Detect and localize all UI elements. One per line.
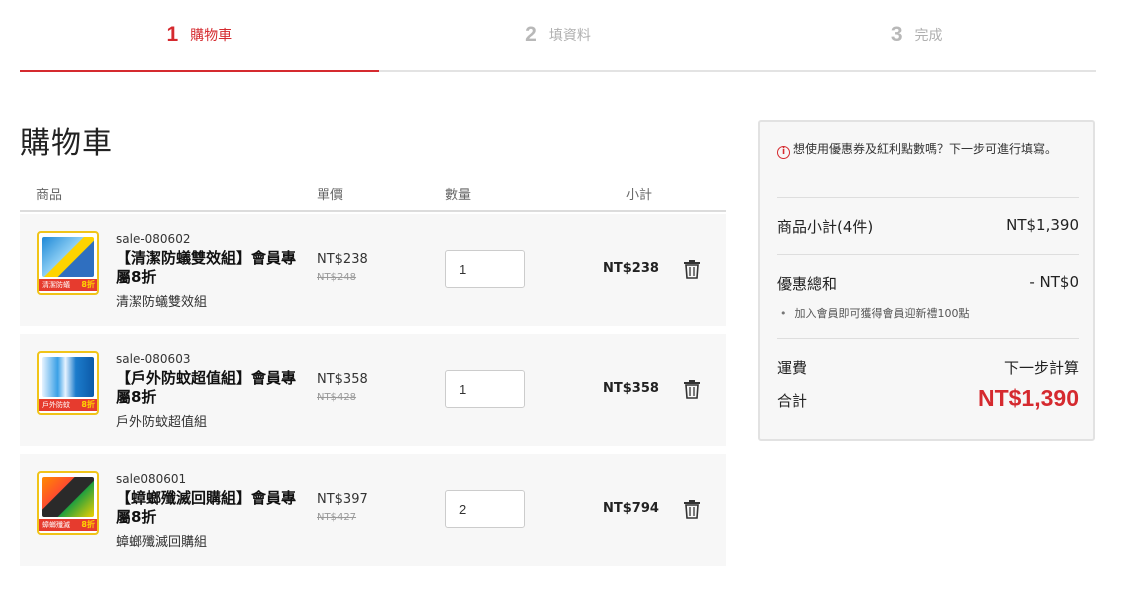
product-variant: 清潔防蟻雙效組 [116,295,208,310]
header-quantity: 數量 [445,188,472,203]
trash-icon[interactable] [683,259,701,279]
divider [777,197,1079,198]
product-name[interactable]: 【蟑螂殲滅回購組】會員專屬8折 [116,489,296,527]
total-row: 合計 NT$1,390 [777,385,1079,411]
quantity-input[interactable] [445,370,525,408]
item-subtotal: NT$794 [603,501,659,516]
product-thumbnail[interactable]: 蟑螂殲滅 8折 [37,471,99,535]
product-variant: 戶外防蚊超值組 [116,415,208,430]
cart-item-row: 蟑螂殲滅 8折 sale080601 【蟑螂殲滅回購組】會員專屬8折 蟑螂殲滅回購… [20,454,726,566]
divider [777,254,1079,255]
member-bonus-note: 加入會員即可獲得會員迎新禮100點 [780,305,970,321]
header-product: 商品 [36,188,63,203]
step-cart[interactable]: 1 購物車 [20,0,379,72]
checkout-steps: 1 購物車 2 填資料 3 完成 [20,0,1096,72]
discount-value: - NT$0 [1029,273,1079,291]
cart-table-header: 商品 單價 數量 小計 [20,178,726,212]
discount-row: 優惠總和 - NT$0 [777,273,1079,294]
product-name[interactable]: 【戶外防蚊超值組】會員專屬8折 [116,369,296,407]
product-name[interactable]: 【清潔防蟻雙效組】會員專屬8折 [116,249,296,287]
step-number: 1 [166,23,179,46]
unit-price: NT$358 [317,372,368,387]
thumbnail-band: 蟑螂殲滅 8折 [39,519,97,531]
thumbnail-band: 戶外防蚊 8折 [39,399,97,411]
original-price: NT$248 [317,272,357,283]
header-price: 單價 [317,188,344,203]
step-fill-info[interactable]: 2 填資料 [379,0,738,70]
step-label: 購物車 [190,28,233,44]
step-label: 填資料 [548,28,591,44]
product-thumbnail[interactable]: 戶外防蚊 8折 [37,351,99,415]
coupon-notice: i 想使用優惠券及紅利點數嗎？下一步可進行填寫。 [777,140,1080,159]
shipping-row: 運費 下一步計算 [777,357,1079,378]
step-label: 完成 [914,28,943,44]
items-subtotal-value: NT$1,390 [1006,216,1079,234]
items-subtotal-row: 商品小計(4件) NT$1,390 [777,216,1079,237]
shipping-value: 下一步計算 [1003,359,1079,377]
items-subtotal-label: 商品小計(4件) [777,218,874,236]
step-complete[interactable]: 3 完成 [737,0,1096,70]
total-label: 合計 [777,392,808,410]
product-sku: sale-080603 [116,352,191,366]
info-icon: i [777,146,790,159]
product-variant: 蟑螂殲滅回購組 [116,535,208,550]
cart-item-row: 戶外防蚊 8折 sale-080603 【戶外防蚊超值組】會員專屬8折 戶外防蚊超… [20,334,726,446]
product-image [42,357,94,397]
item-subtotal: NT$238 [603,261,659,276]
unit-price: NT$397 [317,492,368,507]
coupon-notice-text: 想使用優惠券及紅利點數嗎？下一步可進行填寫。 [793,142,1058,156]
item-subtotal: NT$358 [603,381,659,396]
quantity-input[interactable] [445,490,525,528]
original-price: NT$427 [317,512,357,523]
trash-icon[interactable] [683,379,701,399]
product-sku: sale080601 [116,472,187,486]
step-number: 3 [890,23,903,46]
original-price: NT$428 [317,392,357,403]
page-title: 購物車 [20,126,113,161]
product-sku: sale-080602 [116,232,191,246]
shipping-label: 運費 [777,359,808,377]
product-thumbnail[interactable]: 清潔防蟻 8折 [37,231,99,295]
total-value: NT$1,390 [977,385,1079,411]
header-subtotal: 小計 [626,188,653,203]
product-image [42,237,94,277]
divider [777,338,1079,339]
unit-price: NT$238 [317,252,368,267]
cart-item-row: 清潔防蟻 8折 sale-080602 【清潔防蟻雙效組】會員專屬8折 清潔防蟻雙… [20,214,726,326]
step-number: 2 [525,23,537,46]
quantity-input[interactable] [445,250,525,288]
product-image [42,477,94,517]
discount-label: 優惠總和 [777,275,838,293]
order-summary: i 想使用優惠券及紅利點數嗎？下一步可進行填寫。 商品小計(4件) NT$1,39… [758,120,1095,441]
thumbnail-band: 清潔防蟻 8折 [39,279,97,291]
trash-icon[interactable] [683,499,701,519]
